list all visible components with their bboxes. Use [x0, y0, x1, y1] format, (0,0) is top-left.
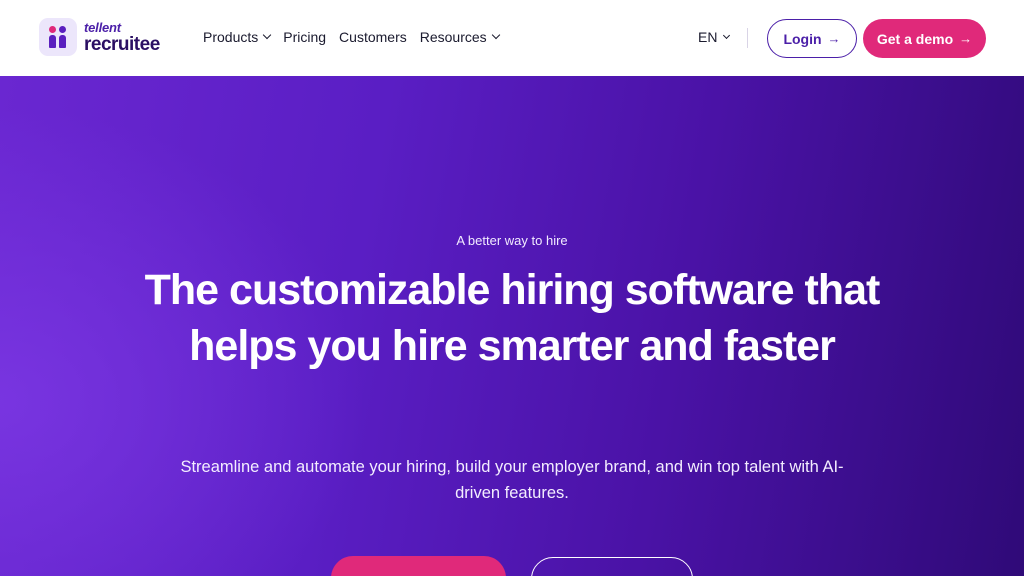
chevron-down-icon: [723, 31, 731, 39]
nav-item-pricing[interactable]: Pricing: [283, 29, 326, 45]
main-nav: Products Pricing Customers Resources: [203, 29, 512, 45]
chevron-down-icon: [491, 30, 500, 40]
nav-item-products[interactable]: Products: [203, 29, 272, 45]
top-navigation-bar: tellent recruitee Products Pricing Custo…: [0, 0, 1024, 76]
brand-name-bottom: recruitee: [84, 33, 160, 55]
hero-section: A better way to hire The customizable hi…: [0, 76, 1024, 576]
arrow-right-icon: →: [827, 31, 841, 46]
hero-secondary-cta-button[interactable]: [531, 557, 693, 576]
get-demo-button-label: Get a demo: [876, 30, 954, 47]
nav-item-label: Customers: [339, 29, 407, 45]
nav-divider: [747, 28, 748, 48]
arrow-right-icon: →: [959, 31, 973, 46]
chevron-down-icon: [263, 30, 272, 40]
nav-item-resources[interactable]: Resources: [419, 29, 500, 45]
login-button[interactable]: Login →: [767, 19, 857, 58]
brand-name-top: tellent: [84, 19, 121, 35]
hero-primary-cta-button[interactable]: [331, 556, 506, 576]
nav-item-label: Products: [203, 29, 259, 45]
language-selector[interactable]: EN: [698, 29, 731, 45]
brand-logo-text: tellent recruitee: [84, 21, 160, 54]
hero-eyebrow: A better way to hire: [456, 233, 568, 248]
nav-item-customers[interactable]: Customers: [339, 29, 407, 45]
nav-item-label: Resources: [419, 29, 487, 45]
hero-subhead: Streamline and automate your hiring, bui…: [180, 458, 844, 502]
login-button-label: Login: [783, 30, 822, 47]
brand-logo[interactable]: tellent recruitee: [39, 18, 160, 56]
hero-headline: The customizable hiring software that he…: [144, 266, 881, 370]
brand-logo-icon: [39, 18, 77, 56]
get-demo-button[interactable]: Get a demo →: [863, 19, 986, 58]
nav-item-label: Pricing: [283, 29, 327, 45]
language-label: EN: [698, 29, 718, 45]
